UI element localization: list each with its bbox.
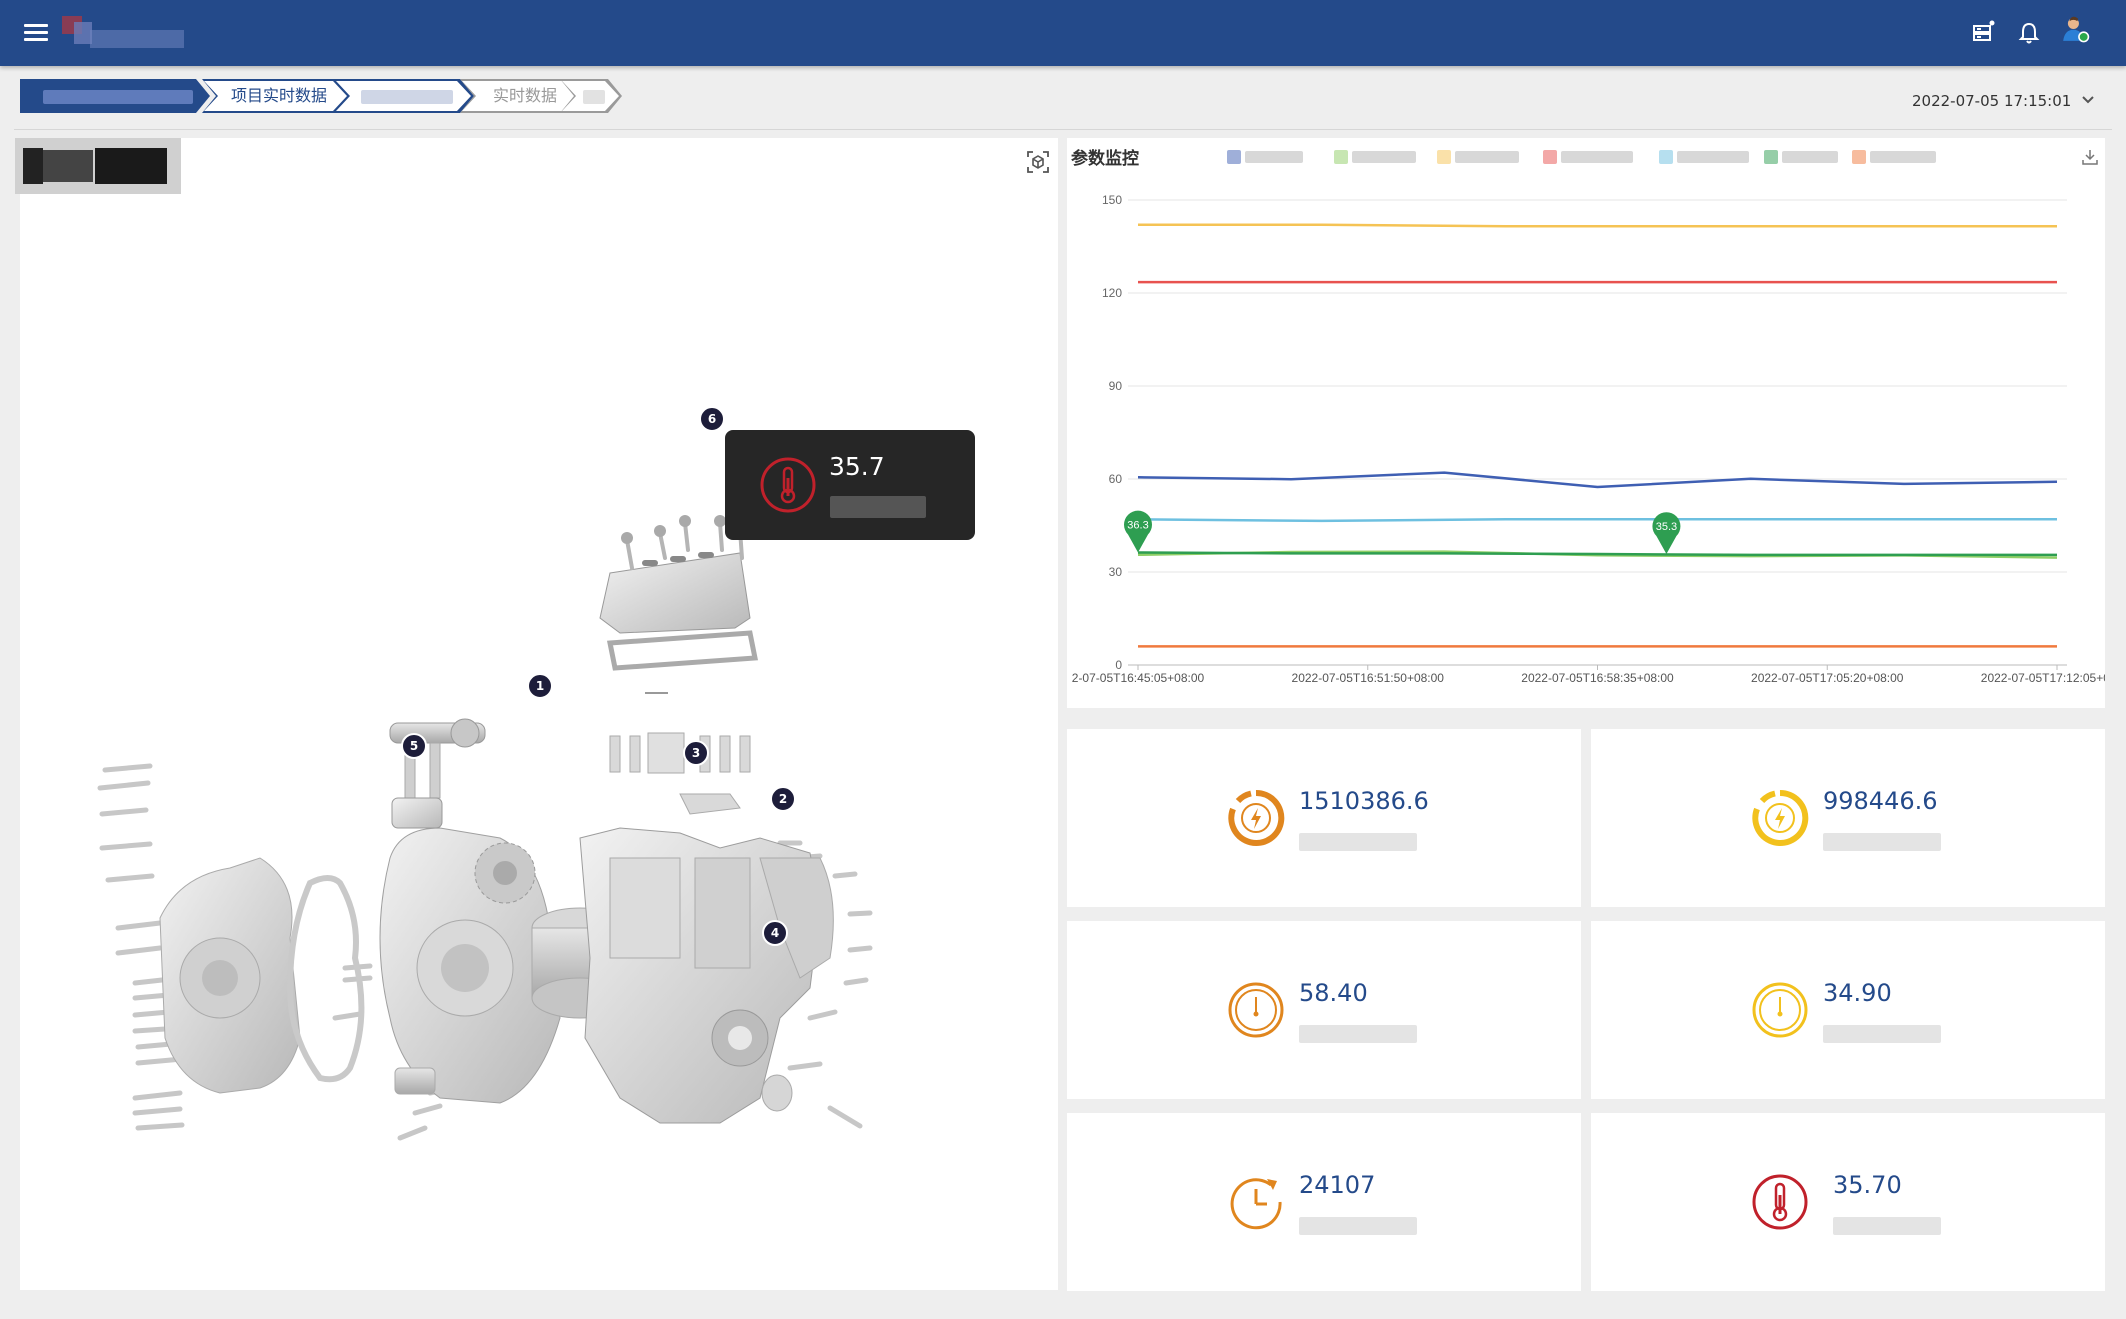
stat-label (1299, 1217, 1417, 1235)
thermometer-icon (759, 456, 817, 514)
model-viewer-panel[interactable]: 1 2 3 4 5 6 35.7 (15, 138, 1058, 1290)
energy-ring-icon (1227, 789, 1285, 847)
stat-label (1299, 833, 1417, 851)
tooltip-value: 35.7 (829, 452, 885, 481)
marker-1[interactable]: 1 (527, 673, 553, 699)
y-tick-label: 0 (1115, 658, 1122, 672)
stat-card: 24107 (1067, 1113, 1581, 1291)
stat-card: 1510386.6 (1067, 729, 1581, 907)
y-tick-label: 90 (1109, 379, 1123, 393)
engine-model[interactable] (20, 138, 1058, 1290)
stat-value: 34.90 (1823, 979, 1892, 1007)
stat-label (1299, 1025, 1417, 1043)
marker-pin (1124, 510, 1152, 553)
y-tick-label: 30 (1109, 565, 1123, 579)
x-tick-label: 2022-07-05T16:51:50+08:00 (1292, 671, 1445, 685)
y-tick-label: 120 (1102, 286, 1122, 300)
tooltip-label (830, 496, 926, 518)
breadcrumb-item-1[interactable] (20, 79, 210, 113)
chevron-down-icon[interactable] (2080, 92, 2096, 108)
energy-ring-icon (1751, 789, 1809, 847)
bell-icon[interactable] (2014, 18, 2044, 48)
gauge-icon (1751, 981, 1809, 1039)
line-chart[interactable]: 0 30 60 90 120 150 2-07-05T16:45:05+08:00 2022-… (1067, 138, 2105, 698)
stat-card: 34.90 (1591, 921, 2105, 1099)
marker-2[interactable]: 2 (770, 786, 796, 812)
x-tick-label: 2022-07-05T17:05:20+08:00 (1751, 671, 1904, 685)
stat-label (1823, 833, 1941, 851)
stat-value: 1510386.6 (1299, 787, 1429, 815)
top-bar (0, 0, 2126, 66)
series-line (1137, 518, 2057, 523)
datetime-display[interactable]: 2022-07-05 17:15:01 (1912, 92, 2071, 110)
stat-card: 58.40 (1067, 921, 1581, 1099)
marker-label: 36.3 (1127, 519, 1148, 531)
y-tick-label: 150 (1102, 193, 1122, 207)
series-line (1138, 223, 2057, 228)
app-logo[interactable] (62, 16, 186, 52)
stat-value: 35.70 (1833, 1171, 1902, 1199)
stat-value: 58.40 (1299, 979, 1368, 1007)
breadcrumb-item-3[interactable] (334, 79, 474, 113)
y-tick-label: 60 (1109, 472, 1123, 486)
marker-6[interactable]: 6 (699, 406, 725, 432)
clock-refresh-icon (1227, 1173, 1285, 1231)
breadcrumb-item-5[interactable] (560, 79, 622, 113)
series-line (1137, 471, 2058, 489)
marker-label: 35.3 (1656, 521, 1677, 533)
x-tick-label: 2022-07-05T17:12:05+08:00 (1981, 671, 2105, 685)
gauge-icon (1227, 981, 1285, 1039)
divider (14, 129, 2112, 130)
x-tick-label: 2022-07-05T16:58:35+08:00 (1521, 671, 1674, 685)
breadcrumb-label: 实时数据 (492, 86, 557, 105)
server-icon[interactable] (1968, 18, 1998, 48)
parameter-monitor-panel: 参数监控 0 30 60 90 120 150 2-07-05T16:45:05+08:00… (1067, 138, 2105, 708)
stat-label (1823, 1025, 1941, 1043)
thermometer-icon (1751, 1173, 1809, 1231)
series-line (1137, 551, 2057, 557)
stat-card: 35.70 (1591, 1113, 2105, 1291)
marker-4[interactable]: 4 (762, 920, 788, 946)
x-tick-label: 2-07-05T16:45:05+08:00 (1072, 671, 1205, 685)
temperature-tooltip: 35.7 (725, 430, 975, 540)
marker-pin (1652, 512, 1681, 555)
stat-card: 998446.6 (1591, 729, 2105, 907)
marker-5[interactable]: 5 (401, 733, 427, 759)
menu-icon[interactable] (24, 20, 48, 46)
breadcrumb-label: 项目实时数据 (230, 86, 327, 105)
stat-value: 998446.6 (1823, 787, 1938, 815)
stat-label (1833, 1217, 1941, 1235)
breadcrumb-item-2[interactable]: 项目实时数据 (202, 79, 350, 113)
stat-value: 24107 (1299, 1171, 1376, 1199)
user-avatar-icon[interactable] (2060, 14, 2098, 52)
marker-3[interactable]: 3 (683, 740, 709, 766)
